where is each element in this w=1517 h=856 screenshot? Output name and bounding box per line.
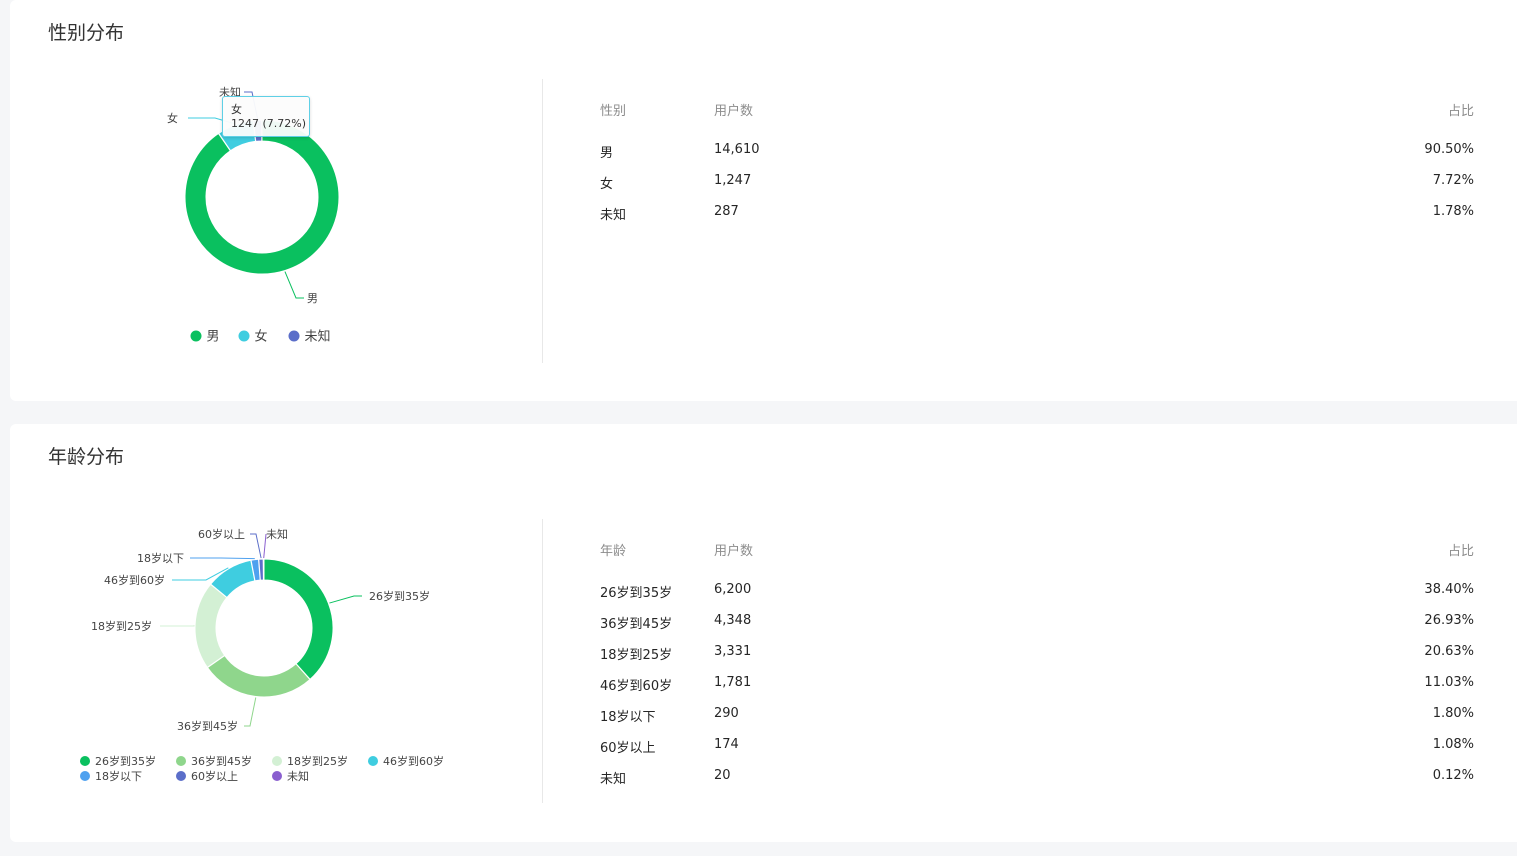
table-row: 男 14,610 90.50% (600, 142, 1474, 161)
gender-table-header: 性别 用户数 占比 (600, 100, 1474, 119)
age-cell-ratio: 1.80% (1432, 706, 1474, 721)
legend-marker[interactable] (368, 756, 378, 766)
tooltip-label: 女 (231, 103, 242, 116)
age-cell-users: 3,331 (714, 644, 752, 659)
chart-tooltip: 女 1247 (7.72%) (222, 96, 310, 137)
age-cell-users: 174 (714, 737, 739, 752)
gender-cell-ratio: 1.78% (1432, 204, 1474, 219)
legend-marker[interactable] (80, 771, 90, 781)
age-table: 年龄 用户数 占比 26岁到35岁 6,200 38.40% 36岁到45岁 4… (600, 540, 1474, 799)
legend-marker[interactable] (80, 756, 90, 766)
legend-label[interactable]: 36岁到45岁 (191, 754, 252, 768)
label-leader-line (160, 625, 195, 627)
legend-marker[interactable] (238, 330, 250, 342)
age-cell-users: 290 (714, 706, 739, 721)
slice-label: 女 (167, 111, 178, 125)
gender-cell-label: 未知 (600, 208, 627, 223)
table-row: 36岁到45岁 4,348 26.93% (600, 613, 1474, 632)
age-cell-label: 46岁到60岁 (600, 679, 673, 694)
gender-cell-users: 14,610 (714, 142, 760, 157)
age-cell-users: 6,200 (714, 582, 752, 597)
age-cell-users: 1,781 (714, 675, 752, 690)
table-row: 26岁到35岁 6,200 38.40% (600, 582, 1474, 601)
age-divider (542, 519, 543, 803)
age-header-users: 用户数 (714, 544, 754, 559)
table-row: 18岁到25岁 3,331 20.63% (600, 644, 1474, 663)
gender-cell-label: 男 (600, 146, 614, 161)
gender-header-users: 用户数 (714, 104, 754, 119)
legend-label[interactable]: 26岁到35岁 (95, 754, 156, 768)
pie-slice[interactable] (194, 583, 228, 669)
label-leader-line (190, 557, 255, 560)
slice-label: 26岁到35岁 (369, 589, 430, 603)
legend-marker[interactable] (176, 771, 186, 781)
table-row: 18岁以下 290 1.80% (600, 706, 1474, 725)
table-row: 未知 287 1.78% (600, 204, 1474, 223)
label-leader-line (244, 697, 257, 727)
age-cell-label: 26岁到35岁 (600, 586, 673, 601)
legend-label[interactable]: 46岁到60岁 (383, 754, 444, 768)
slice-label: 18岁以下 (137, 551, 184, 565)
age-cell-ratio: 26.93% (1424, 613, 1474, 628)
gender-header-ratio: 占比 (1447, 104, 1474, 119)
slice-label: 60岁以上 (198, 527, 245, 541)
table-row: 女 1,247 7.72% (600, 173, 1474, 192)
legend-label[interactable]: 18岁到25岁 (287, 754, 348, 768)
table-row: 46岁到60岁 1,781 11.03% (600, 675, 1474, 694)
slice-label: 未知 (266, 527, 288, 541)
legend-marker[interactable] (176, 756, 186, 766)
table-row: 未知 20 0.12% (600, 768, 1474, 787)
slice-label: 男 (307, 292, 318, 305)
gender-cell-users: 287 (714, 204, 739, 219)
pie-slice[interactable] (206, 654, 311, 698)
age-cell-ratio: 20.63% (1424, 644, 1474, 659)
legend-label[interactable]: 60岁以上 (191, 769, 238, 783)
age-cell-label: 60岁以上 (600, 741, 656, 756)
legend-label[interactable]: 男 (207, 330, 220, 345)
gender-table: 性别 用户数 占比 男 14,610 90.50% 女 1,247 7.72% … (600, 100, 1474, 235)
slice-label: 46岁到60岁 (104, 573, 165, 587)
age-cell-ratio: 0.12% (1432, 768, 1474, 783)
gender-header-category: 性别 (600, 104, 627, 119)
legend-marker[interactable] (272, 756, 282, 766)
legend-marker[interactable] (272, 771, 282, 781)
age-donut-chart: 26岁到35岁36岁到45岁18岁到25岁46岁到60岁18岁以下60岁以上 未知… (80, 527, 444, 783)
gender-cell-users: 1,247 (714, 173, 752, 188)
table-row: 60岁以上 174 1.08% (600, 737, 1474, 756)
slice-label: 18岁到25岁 (91, 619, 152, 633)
age-cell-users: 20 (714, 768, 731, 783)
age-cell-label: 未知 (600, 772, 627, 787)
age-header-ratio: 占比 (1447, 544, 1474, 559)
gender-cell-ratio: 7.72% (1432, 173, 1474, 188)
slice-label: 36岁到45岁 (177, 719, 238, 733)
age-cell-label: 36岁到45岁 (600, 617, 673, 632)
label-leader-line (329, 595, 362, 604)
age-cell-users: 4,348 (714, 613, 752, 628)
label-leader-line (250, 533, 262, 559)
age-header-category: 年龄 (600, 544, 627, 559)
age-table-header: 年龄 用户数 占比 (600, 540, 1474, 559)
gender-cell-label: 女 (600, 177, 614, 192)
age-cell-label: 18岁到25岁 (600, 648, 673, 663)
age-cell-label: 18岁以下 (600, 710, 656, 725)
gender-donut-chart: 男女未知男女未知 (167, 85, 340, 345)
legend-label[interactable]: 女 (255, 329, 268, 345)
legend-marker[interactable] (190, 330, 202, 342)
age-cell-ratio: 38.40% (1424, 582, 1474, 597)
legend-label[interactable]: 未知 (305, 329, 331, 345)
gender-cell-ratio: 90.50% (1424, 142, 1474, 157)
legend-label[interactable]: 未知 (287, 769, 309, 783)
label-leader-line (284, 271, 304, 299)
legend-label[interactable]: 18岁以下 (95, 769, 142, 783)
legend-marker[interactable] (288, 330, 300, 342)
tooltip-value: 1247 (7.72%) (231, 117, 307, 130)
pie-slice[interactable] (263, 558, 334, 681)
age-cell-ratio: 11.03% (1424, 675, 1474, 690)
age-cell-ratio: 1.08% (1432, 737, 1474, 752)
gender-divider (542, 79, 543, 363)
pie-slice[interactable] (184, 119, 340, 275)
